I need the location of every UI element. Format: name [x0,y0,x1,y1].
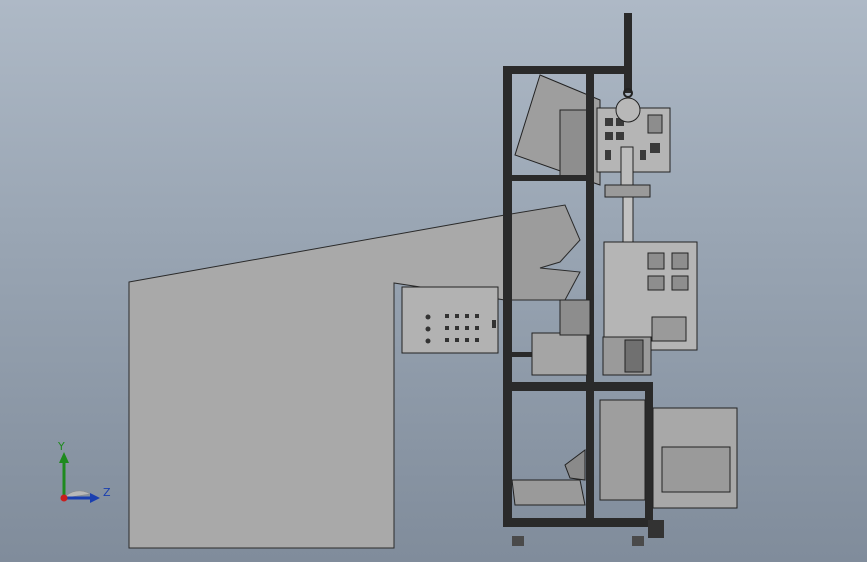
frame-beam-deck [503,382,653,391]
housing-body [128,214,506,549]
foot-left [512,536,524,546]
frame-beam-mid [503,175,593,181]
frame-post-center [586,66,594,526]
assembly-model[interactable] [0,0,867,562]
mechanism-gear [559,299,591,336]
view-triad: Y Z [40,436,120,516]
spindle-clamp [604,184,651,198]
chute-funnel [564,449,586,481]
foot-right [632,536,644,546]
axis-label-z: Z [103,486,111,499]
cabinet-window [661,446,731,493]
frame-post-right [645,385,653,525]
axis-label-y: Y [58,440,65,453]
frame-post-left [503,66,512,526]
spindle-upper [620,146,634,186]
wheel-right [648,520,664,538]
motor-cap [624,339,644,373]
housing-slope [504,204,581,301]
hoist-pulley [615,97,641,123]
lower-chute [511,479,586,506]
frame-beam-top [503,66,631,74]
cabinet-inner [599,399,646,501]
cad-viewport[interactable]: Y Z [0,0,867,562]
mast [624,13,632,93]
side-control-box [401,286,499,354]
hopper-panel [559,109,591,181]
triad-arrows [59,452,100,503]
mechanism-block [531,332,588,376]
frame-beam-base [503,518,653,527]
